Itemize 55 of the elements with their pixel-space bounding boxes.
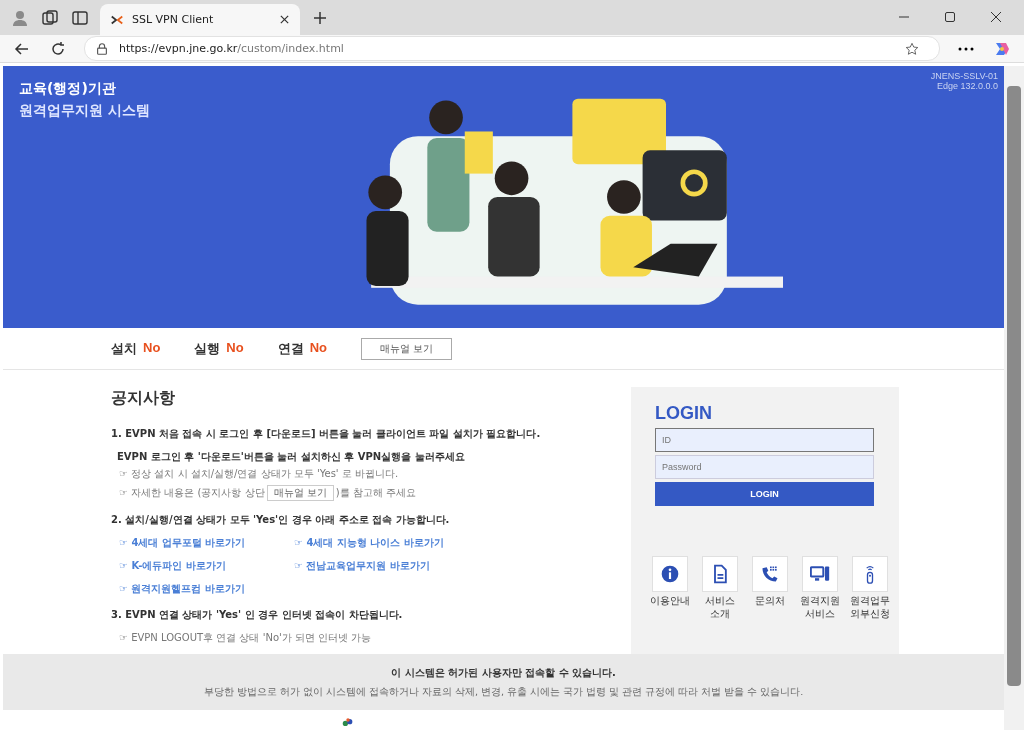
notice-text: EVPN 로그인 후 '다운로드'버튼을 눌러 설치하신 후 VPN실행을 눌러주세요: [116, 450, 466, 464]
manual-button[interactable]: 매뉴얼 보기: [266, 485, 334, 501]
banner-subtitle: 원격업무지원 시스템: [19, 102, 151, 120]
banner-title: 교육(행정)기관: [19, 80, 117, 98]
id-field[interactable]: ID: [655, 428, 874, 452]
quick-link-label: 문의처: [754, 595, 786, 608]
quick-link-label: 서비스 소개: [704, 595, 736, 621]
footer-notice: 부당한 방법으로 허가 없이 시스템에 접속하거나 자료의 삭제, 변경, 유출 시에는 국가 법령 및 관련 규정에 따라 처벌 받을 수 있습니다.: [203, 685, 804, 699]
status-label: 연결: [277, 339, 304, 358]
shortcut-link[interactable]: ☞ K-에듀파인 바로가기: [119, 559, 294, 573]
notice-item: 1. EVPN 처음 접속 시 로그인 후 [다운로드] 버튼을 눌러 클라이언트 파일 설치가 필요합니다.: [111, 427, 542, 441]
quick-link-button[interactable]: [852, 556, 888, 592]
address-bar[interactable]: https://evpn.jne.go.kr/custom/index.html: [84, 36, 940, 61]
profile-icon[interactable]: [10, 8, 30, 28]
notice-item: 3. EVPN 연결 상태가 'Yes' 인 경우 인터넷 접속이 차단됩니다.: [111, 608, 404, 622]
server-name: JNENS-SSLV-01: [929, 71, 998, 81]
notice-note: ☞ 정상 설치 시 설치/실행/연결 상태가 모두 'Yes' 로 바뀝니다.: [118, 467, 400, 481]
shortcut-link[interactable]: ☞ 4세대 지능형 나이스 바로가기: [294, 536, 514, 550]
login-button[interactable]: LOGIN: [655, 482, 874, 506]
shortcut-link[interactable]: ☞ 전남교육업무지원 바로가기: [294, 559, 514, 573]
notice-note: ☞ 자세한 내용은 (공지사항 상단: [119, 486, 265, 500]
password-field[interactable]: Password: [655, 455, 874, 479]
quick-link-button[interactable]: [752, 556, 788, 592]
notice-note: )를 참고해 주세요: [335, 486, 417, 500]
workspaces-icon[interactable]: [40, 8, 60, 28]
status-label: 설치: [111, 339, 137, 358]
phone-icon: [760, 564, 780, 584]
sidebar-icon[interactable]: [70, 8, 90, 28]
manual-button[interactable]: 매뉴얼 보기: [361, 337, 453, 360]
star-icon[interactable]: [905, 41, 919, 56]
status-value: No: [226, 339, 244, 357]
logo-icon: [341, 718, 355, 727]
quick-link-button[interactable]: [652, 556, 688, 592]
quick-link-button[interactable]: [802, 556, 838, 592]
shortcut-link[interactable]: ☞ 원격지원헬프컴 바로가기: [119, 582, 294, 596]
status-value: No: [309, 339, 328, 357]
lock-icon: [95, 41, 109, 56]
quick-link-label: 원격업무 외부신청: [849, 595, 891, 621]
status-value: No: [143, 339, 161, 357]
close-icon[interactable]: [279, 14, 290, 25]
browser-version: Edge 132.0.0.0: [935, 81, 998, 91]
quick-link-label: 이용안내: [649, 595, 691, 608]
browser-tab[interactable]: SSL VPN Client: [100, 4, 300, 35]
info-icon: [660, 564, 680, 584]
shortcut-link[interactable]: ☞ 4세대 업무포털 바로가기: [119, 536, 294, 550]
notice-item: 2. 설치/실행/연결 상태가 모두 'Yes'인 경우 아래 주소로 접속 가능합니다.: [111, 513, 451, 527]
status-label: 실행: [194, 339, 221, 358]
scrollbar[interactable]: [1004, 66, 1024, 730]
notice-note: ☞ EVPN LOGOUT후 연결 상태 'No'가 되면 인터넷 가능: [118, 631, 373, 645]
login-heading: LOGIN: [655, 403, 713, 424]
quick-link-label: 원격지원 서비스: [799, 595, 841, 621]
computer-icon: [810, 564, 830, 584]
quick-link-button[interactable]: [702, 556, 738, 592]
notice-heading: 공지사항: [111, 388, 176, 409]
footer-warning: 이 시스템은 허가된 사용자만 접속할 수 있습니다.: [391, 665, 616, 680]
